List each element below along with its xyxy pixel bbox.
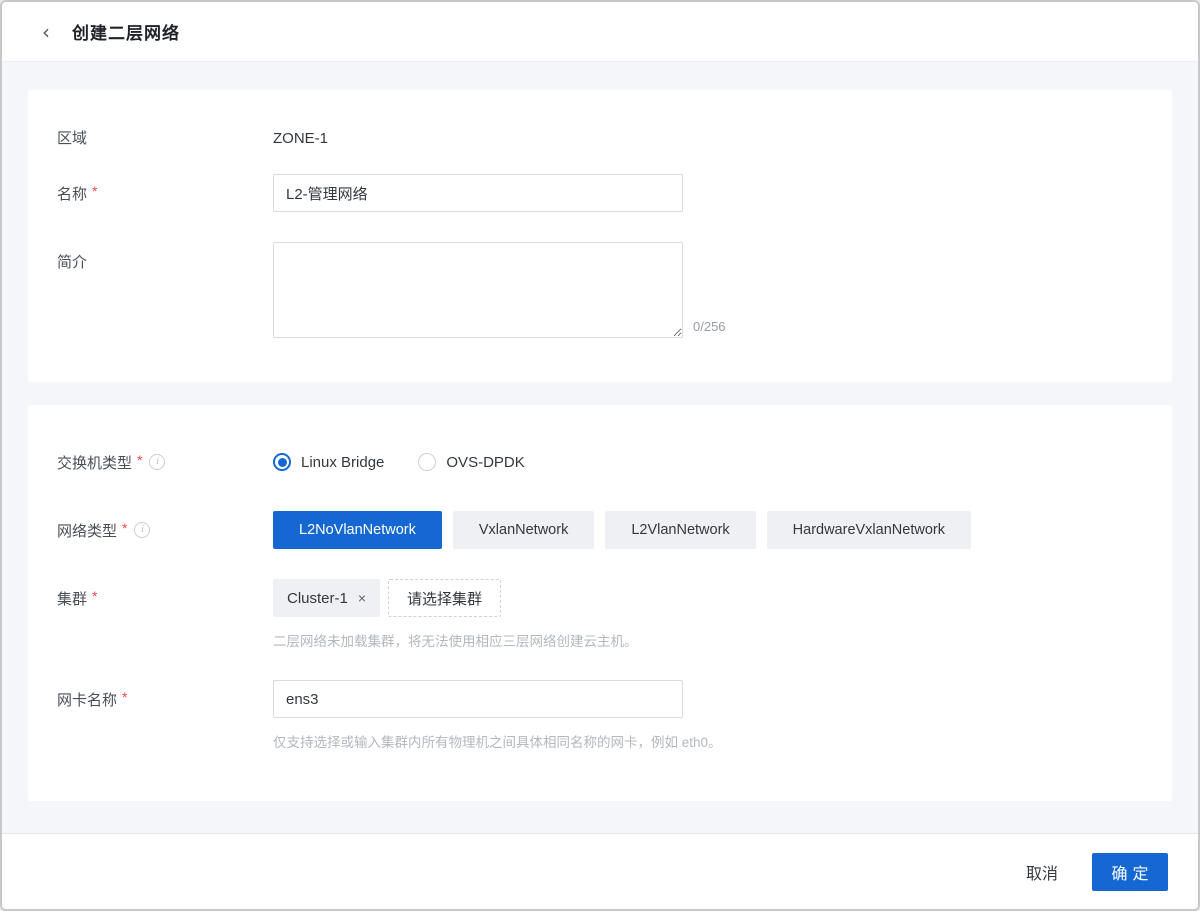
- description-label: 简介: [57, 251, 87, 272]
- description-textarea[interactable]: [273, 242, 683, 338]
- info-icon[interactable]: i: [134, 522, 150, 538]
- name-input[interactable]: [273, 174, 683, 212]
- dialog-header: ‹ 创建二层网络: [2, 2, 1198, 62]
- radio-linux-bridge[interactable]: Linux Bridge: [273, 453, 384, 471]
- info-icon[interactable]: i: [149, 454, 165, 470]
- radio-unselected-icon: [418, 453, 436, 471]
- zone-value: ZONE-1: [273, 130, 328, 147]
- required-asterisk: *: [137, 452, 142, 468]
- required-asterisk: *: [92, 183, 97, 199]
- form-row-cluster: 集群 * Cluster-1 × 请选择集群 二层网络未加载集群，将无法使用相应…: [57, 579, 1143, 650]
- network-type-hardwarevxlan-button[interactable]: HardwareVxlanNetwork: [767, 511, 971, 549]
- form-row-name: 名称 *: [57, 174, 1143, 212]
- radio-ovs-dpdk[interactable]: OVS-DPDK: [418, 453, 524, 471]
- nic-name-label: 网卡名称: [57, 689, 117, 710]
- page-title: 创建二层网络: [72, 19, 180, 44]
- cluster-label: 集群: [57, 588, 87, 609]
- network-type-button-group: L2NoVlanNetwork VxlanNetwork L2VlanNetwo…: [273, 511, 1143, 549]
- basic-info-card: 区域 ZONE-1 名称 * 简介: [28, 90, 1172, 382]
- confirm-button[interactable]: 确定: [1092, 853, 1168, 891]
- name-label: 名称: [57, 183, 87, 204]
- network-type-l2novlan-button[interactable]: L2NoVlanNetwork: [273, 511, 442, 549]
- form-row-zone: 区域 ZONE-1: [57, 128, 1143, 150]
- cluster-hint: 二层网络未加载集群，将无法使用相应三层网络创建云主机。: [273, 630, 1143, 650]
- switch-type-radio-group: Linux Bridge OVS-DPDK: [273, 443, 1143, 481]
- select-cluster-button[interactable]: 请选择集群: [388, 579, 501, 617]
- zone-label: 区域: [57, 128, 87, 150]
- cluster-tag-label: Cluster-1: [287, 590, 348, 607]
- form-row-switch-type: 交换机类型 * i Linux Bridge OVS-DPDK: [57, 443, 1143, 481]
- create-l2-network-dialog: ‹ 创建二层网络 区域 ZONE-1 名称 *: [0, 0, 1200, 911]
- back-icon[interactable]: ‹: [42, 22, 50, 42]
- switch-type-label: 交换机类型: [57, 452, 132, 473]
- network-type-label: 网络类型: [57, 520, 117, 541]
- form-row-network-type: 网络类型 * i L2NoVlanNetwork VxlanNetwork L2…: [57, 511, 1143, 549]
- close-icon[interactable]: ×: [358, 591, 366, 605]
- form-row-description: 简介 0/256: [57, 242, 1143, 338]
- char-counter: 0/256: [693, 319, 726, 334]
- nic-name-hint: 仅支持选择或输入集群内所有物理机之间具体相同名称的网卡，例如 eth0。: [273, 731, 1143, 751]
- form-row-nic-name: 网卡名称 * 仅支持选择或输入集群内所有物理机之间具体相同名称的网卡，例如 et…: [57, 680, 1143, 751]
- dialog-footer: 取消 确定: [2, 833, 1198, 909]
- required-asterisk: *: [122, 520, 127, 536]
- cluster-tag: Cluster-1 ×: [273, 579, 380, 617]
- required-asterisk: *: [122, 689, 127, 705]
- nic-name-input[interactable]: [273, 680, 683, 718]
- required-asterisk: *: [92, 588, 97, 604]
- network-type-l2vlan-button[interactable]: L2VlanNetwork: [605, 511, 755, 549]
- network-config-card: 交换机类型 * i Linux Bridge OVS-DPDK: [28, 405, 1172, 801]
- cancel-button[interactable]: 取消: [1026, 860, 1058, 884]
- dialog-body: 区域 ZONE-1 名称 * 简介: [2, 62, 1198, 833]
- network-type-vxlan-button[interactable]: VxlanNetwork: [453, 511, 594, 549]
- radio-selected-icon: [273, 453, 291, 471]
